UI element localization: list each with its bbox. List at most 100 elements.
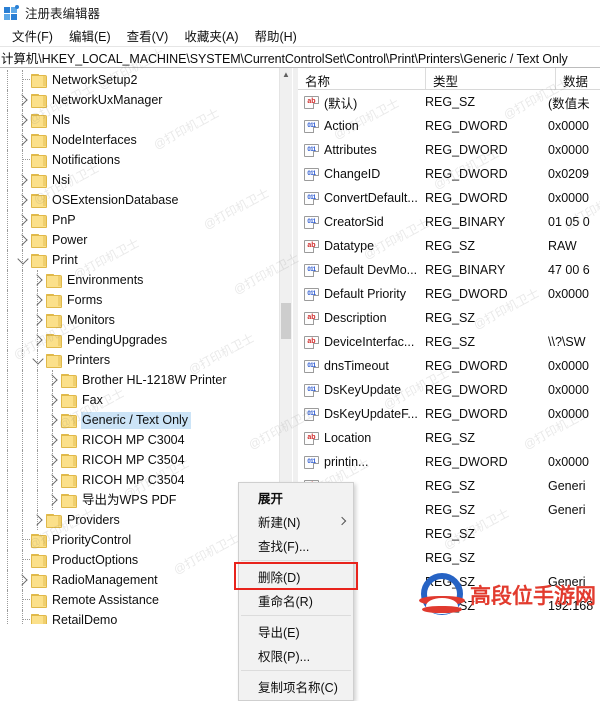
cell-name: ab Location — [298, 431, 418, 445]
tree-item[interactable]: OSExtensionDatabase — [0, 190, 292, 210]
title-bar: 注册表编辑器 — [0, 0, 600, 24]
table-row[interactable]: 011 Attributes REG_DWORD 0x0000 — [298, 138, 600, 162]
expand-arrow-icon[interactable] — [45, 430, 61, 450]
expand-arrow-icon[interactable] — [30, 270, 46, 290]
expand-arrow-icon[interactable] — [45, 450, 61, 470]
table-row[interactable]: ab Datatype REG_SZ RAW — [298, 234, 600, 258]
expand-arrow-icon[interactable] — [45, 470, 61, 490]
table-row[interactable]: ab Description REG_SZ — [298, 306, 600, 330]
tree-item[interactable]: Power — [0, 230, 292, 250]
tree-item-label: Generic / Text Only — [81, 411, 192, 429]
cell-type: REG_DWORD — [418, 191, 540, 205]
expand-arrow-icon[interactable] — [45, 370, 61, 390]
tree-item[interactable]: Monitors — [0, 310, 292, 330]
cell-type: REG_SZ — [418, 479, 540, 493]
tree-item[interactable]: RICOH MP C3504 — [0, 450, 292, 470]
expand-arrow-icon[interactable] — [45, 390, 61, 410]
chevron-icon — [46, 454, 58, 466]
chevron-icon — [16, 574, 28, 586]
collapse-arrow-icon[interactable] — [30, 350, 46, 370]
expand-arrow-icon[interactable] — [15, 230, 31, 250]
scroll-up-arrow[interactable]: ▲ — [280, 68, 292, 80]
context-menu-item[interactable]: 展开 — [239, 485, 353, 509]
tree-item[interactable]: RICOH MP C3004 — [0, 430, 292, 450]
expand-arrow-icon[interactable] — [30, 290, 46, 310]
context-menu[interactable]: 展开 新建(N) 查找(F)... 删除(D) 重命名(R) 导出(E) 权限(P)... 复… — [234, 482, 358, 701]
tree-item-label: NodeInterfaces — [52, 132, 137, 147]
tree-leaf-connector — [15, 150, 31, 170]
context-menu-item[interactable]: 新建(N) — [239, 509, 353, 533]
tree-item[interactable]: NodeInterfaces — [0, 130, 292, 150]
tree-item[interactable]: Nls — [0, 110, 292, 130]
column-header-type[interactable]: 类型 — [425, 68, 555, 89]
tree-item[interactable]: Printers — [0, 350, 292, 370]
tree-item[interactable]: PnP — [0, 210, 292, 230]
expand-arrow-icon[interactable] — [15, 570, 31, 590]
column-header-data[interactable]: 数据 — [555, 68, 600, 89]
context-menu-item[interactable]: 重命名(R) — [239, 588, 353, 612]
tree-guide-line — [0, 230, 15, 250]
expand-arrow-icon[interactable] — [30, 510, 46, 530]
tree-item[interactable]: Forms — [0, 290, 292, 310]
expand-arrow-icon[interactable] — [45, 490, 61, 510]
expand-arrow-icon[interactable] — [15, 110, 31, 130]
tree-item-label: Nsi — [52, 172, 71, 187]
folder-icon — [31, 553, 47, 568]
value-data: Generi — [548, 503, 586, 517]
tree-item-label: Notifications — [52, 152, 121, 167]
expand-arrow-icon[interactable] — [30, 310, 46, 330]
table-row[interactable]: 011 ChangeID REG_DWORD 0x0209 — [298, 162, 600, 186]
tree-item[interactable]: Notifications — [0, 150, 292, 170]
expand-arrow-icon[interactable] — [15, 130, 31, 150]
tree-item[interactable]: NetworkSetup2 — [0, 70, 292, 90]
tree-guide-line — [0, 130, 15, 150]
table-row[interactable]: ab (默认) REG_SZ (数值未 — [298, 90, 600, 114]
table-row[interactable]: 011 DsKeyUpdate REG_DWORD 0x0000 — [298, 378, 600, 402]
table-row[interactable]: 011 Action REG_DWORD 0x0000 — [298, 114, 600, 138]
table-row[interactable]: ab Location REG_SZ — [298, 426, 600, 450]
expand-arrow-icon[interactable] — [15, 210, 31, 230]
binary-value-icon: 011 — [304, 359, 319, 373]
tree-guide-line — [0, 170, 15, 190]
context-menu-item[interactable]: 复制项名称(C) — [239, 674, 353, 698]
menu-view[interactable]: 查看(V) — [119, 24, 177, 47]
table-row[interactable]: 011 ConvertDefault... REG_DWORD 0x0000 — [298, 186, 600, 210]
table-row[interactable]: 011 Default Priority REG_DWORD 0x0000 — [298, 282, 600, 306]
menu-favorites[interactable]: 收藏夹(A) — [176, 24, 246, 47]
value-type: REG_DWORD — [425, 407, 508, 421]
table-row[interactable]: 011 CreatorSid REG_BINARY 01 05 0 — [298, 210, 600, 234]
column-header-name[interactable]: 名称 — [298, 68, 425, 89]
expand-arrow-icon[interactable] — [30, 330, 46, 350]
value-name: Action — [324, 119, 359, 133]
tree-item[interactable]: Brother HL-1218W Printer — [0, 370, 292, 390]
expand-arrow-icon[interactable] — [15, 190, 31, 210]
table-row[interactable]: 011 Default DevMo... REG_BINARY 47 00 6 — [298, 258, 600, 282]
tree-item[interactable]: NetworkUxManager — [0, 90, 292, 110]
tree-item[interactable]: Fax — [0, 390, 292, 410]
context-menu-item[interactable]: 导出(E) — [239, 619, 353, 643]
expand-arrow-icon[interactable] — [15, 90, 31, 110]
tree-item[interactable]: Generic / Text Only — [0, 410, 292, 430]
table-row[interactable]: 011 dnsTimeout REG_DWORD 0x0000 — [298, 354, 600, 378]
tree-guide-line — [15, 370, 30, 390]
folder-icon — [31, 593, 47, 608]
table-row[interactable]: ab DeviceInterfac... REG_SZ \\?\SW — [298, 330, 600, 354]
expand-arrow-icon[interactable] — [45, 410, 61, 430]
table-row[interactable]: 011 DsKeyUpdateF... REG_DWORD 0x0000 — [298, 402, 600, 426]
cell-name: 011 Default Priority — [298, 287, 418, 301]
tree-item[interactable]: Print — [0, 250, 292, 270]
context-menu-item[interactable]: 删除(D) — [234, 562, 358, 590]
context-menu-item[interactable]: 查找(F)... — [239, 533, 353, 557]
context-menu-item[interactable]: 权限(P)... — [239, 643, 353, 667]
table-row[interactable]: 011 printin... REG_DWORD 0x0000 — [298, 450, 600, 474]
expand-arrow-icon[interactable] — [15, 170, 31, 190]
tree-item[interactable]: Environments — [0, 270, 292, 290]
scroll-thumb[interactable] — [281, 303, 291, 339]
tree-item[interactable]: Nsi — [0, 170, 292, 190]
menu-help[interactable]: 帮助(H) — [246, 24, 304, 47]
address-bar[interactable]: 计算机\HKEY_LOCAL_MACHINE\SYSTEM\CurrentCon… — [0, 46, 600, 68]
menu-edit[interactable]: 编辑(E) — [61, 24, 119, 47]
tree-item[interactable]: PendingUpgrades — [0, 330, 292, 350]
collapse-arrow-icon[interactable] — [15, 250, 31, 270]
menu-file[interactable]: 文件(F) — [4, 24, 61, 47]
